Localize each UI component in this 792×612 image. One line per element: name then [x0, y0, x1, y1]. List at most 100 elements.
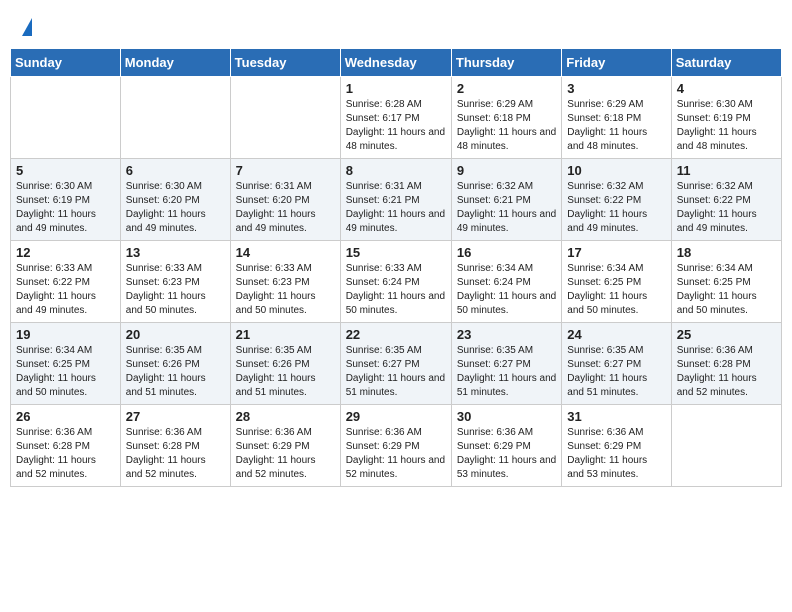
calendar-cell: 5 Sunrise: 6:30 AMSunset: 6:19 PMDaylight… [11, 159, 121, 241]
calendar-cell: 6Sunrise: 6:30 AMSunset: 6:20 PMDaylight… [120, 159, 230, 241]
calendar-week-row: 19 Sunrise: 6:34 AMSunset: 6:25 PMDayligh… [11, 323, 782, 405]
calendar-header-row: SundayMondayTuesdayWednesdayThursdayFrid… [11, 49, 782, 77]
page-header [10, 10, 782, 44]
calendar-cell: 21 Sunrise: 6:35 AMSunset: 6:26 PMDayligh… [230, 323, 340, 405]
day-number: 26 [16, 409, 115, 424]
calendar-cell: 18Sunrise: 6:34 AMSunset: 6:25 PMDayligh… [671, 241, 781, 323]
calendar-cell: 27 Sunrise: 6:36 AMSunset: 6:28 PMDayligh… [120, 405, 230, 487]
cell-content: Sunrise: 6:29 AMSunset: 6:18 PMDaylight:… [567, 98, 665, 154]
weekday-header: Friday [562, 49, 671, 77]
calendar-cell [120, 77, 230, 159]
calendar-cell: 22 Sunrise: 6:35 AMSunset: 6:27 PMDayligh… [340, 323, 451, 405]
cell-content: Sunrise: 6:34 AMSunset: 6:25 PMDaylight:… [567, 262, 665, 318]
calendar-cell: 10 Sunrise: 6:32 AMSunset: 6:22 PMDayligh… [562, 159, 671, 241]
day-number: 9 [457, 163, 556, 178]
day-number: 11 [677, 163, 776, 178]
day-number: 5 [16, 163, 115, 178]
day-number: 30 [457, 409, 556, 424]
calendar-cell: 17Sunrise: 6:34 AMSunset: 6:25 PMDayligh… [562, 241, 671, 323]
calendar-cell: 12 Sunrise: 6:33 AMSunset: 6:22 PMDayligh… [11, 241, 121, 323]
cell-content: Sunrise: 6:36 AMSunset: 6:28 PMDaylight:… [677, 344, 776, 400]
day-number: 13 [126, 245, 225, 260]
calendar-week-row: 26 Sunrise: 6:36 AMSunset: 6:28 PMDayligh… [11, 405, 782, 487]
weekday-header: Wednesday [340, 49, 451, 77]
cell-content: Sunrise: 6:30 AMSunset: 6:19 PMDaylight:… [677, 98, 776, 154]
day-number: 21 [236, 327, 335, 342]
day-number: 22 [346, 327, 446, 342]
calendar-table: SundayMondayTuesdayWednesdayThursdayFrid… [10, 48, 782, 487]
calendar-cell: 4 Sunrise: 6:30 AMSunset: 6:19 PMDaylight… [671, 77, 781, 159]
calendar-cell: 25 Sunrise: 6:36 AMSunset: 6:28 PMDayligh… [671, 323, 781, 405]
cell-content: Sunrise: 6:32 AMSunset: 6:21 PMDaylight:… [457, 180, 556, 236]
cell-content: Sunrise: 6:35 AMSunset: 6:26 PMDaylight:… [126, 344, 225, 400]
calendar-cell: 7 Sunrise: 6:31 AMSunset: 6:20 PMDaylight… [230, 159, 340, 241]
calendar-cell: 26 Sunrise: 6:36 AMSunset: 6:28 PMDayligh… [11, 405, 121, 487]
day-number: 1 [346, 81, 446, 96]
day-number: 2 [457, 81, 556, 96]
cell-content: Sunrise: 6:33 AMSunset: 6:22 PMDaylight:… [16, 262, 115, 318]
calendar-cell: 11 Sunrise: 6:32 AMSunset: 6:22 PMDayligh… [671, 159, 781, 241]
day-number: 23 [457, 327, 556, 342]
cell-content: Sunrise: 6:35 AMSunset: 6:27 PMDaylight:… [457, 344, 556, 400]
cell-content: Sunrise: 6:31 AMSunset: 6:20 PMDaylight:… [236, 180, 335, 236]
cell-content: Sunrise: 6:32 AMSunset: 6:22 PMDaylight:… [677, 180, 776, 236]
day-number: 20 [126, 327, 225, 342]
logo-triangle-icon [22, 18, 32, 36]
cell-content: Sunrise: 6:35 AMSunset: 6:26 PMDaylight:… [236, 344, 335, 400]
day-number: 19 [16, 327, 115, 342]
day-number: 14 [236, 245, 335, 260]
cell-content: Sunrise: 6:35 AMSunset: 6:27 PMDaylight:… [346, 344, 446, 400]
weekday-header: Tuesday [230, 49, 340, 77]
calendar-cell: 1 Sunrise: 6:28 AMSunset: 6:17 PMDaylight… [340, 77, 451, 159]
cell-content: Sunrise: 6:30 AMSunset: 6:19 PMDaylight:… [16, 180, 115, 236]
calendar-cell: 20 Sunrise: 6:35 AMSunset: 6:26 PMDayligh… [120, 323, 230, 405]
cell-content: Sunrise: 6:36 AMSunset: 6:29 PMDaylight:… [346, 426, 446, 482]
calendar-cell: 9 Sunrise: 6:32 AMSunset: 6:21 PMDaylight… [451, 159, 561, 241]
calendar-cell: 13 Sunrise: 6:33 AMSunset: 6:23 PMDayligh… [120, 241, 230, 323]
day-number: 7 [236, 163, 335, 178]
calendar-cell: 16Sunrise: 6:34 AMSunset: 6:24 PMDayligh… [451, 241, 561, 323]
cell-content: Sunrise: 6:36 AMSunset: 6:28 PMDaylight:… [126, 426, 225, 482]
calendar-cell: 8 Sunrise: 6:31 AMSunset: 6:21 PMDaylight… [340, 159, 451, 241]
cell-content: Sunrise: 6:33 AMSunset: 6:24 PMDaylight:… [346, 262, 446, 318]
cell-content: Sunrise: 6:28 AMSunset: 6:17 PMDaylight:… [346, 98, 446, 154]
day-number: 31 [567, 409, 665, 424]
weekday-header: Monday [120, 49, 230, 77]
cell-content: Sunrise: 6:34 AMSunset: 6:25 PMDaylight:… [677, 262, 776, 318]
cell-content: Sunrise: 6:34 AMSunset: 6:25 PMDaylight:… [16, 344, 115, 400]
calendar-cell: 30 Sunrise: 6:36 AMSunset: 6:29 PMDayligh… [451, 405, 561, 487]
weekday-header: Thursday [451, 49, 561, 77]
day-number: 25 [677, 327, 776, 342]
calendar-cell: 19 Sunrise: 6:34 AMSunset: 6:25 PMDayligh… [11, 323, 121, 405]
cell-content: Sunrise: 6:36 AMSunset: 6:29 PMDaylight:… [236, 426, 335, 482]
day-number: 29 [346, 409, 446, 424]
logo [20, 18, 32, 38]
cell-content: Sunrise: 6:33 AMSunset: 6:23 PMDaylight:… [236, 262, 335, 318]
day-number: 12 [16, 245, 115, 260]
calendar-cell: 31Sunrise: 6:36 AMSunset: 6:29 PMDayligh… [562, 405, 671, 487]
calendar-cell: 24Sunrise: 6:35 AMSunset: 6:27 PMDayligh… [562, 323, 671, 405]
day-number: 8 [346, 163, 446, 178]
day-number: 28 [236, 409, 335, 424]
calendar-cell [671, 405, 781, 487]
day-number: 6 [126, 163, 225, 178]
day-number: 10 [567, 163, 665, 178]
day-number: 3 [567, 81, 665, 96]
calendar-cell [11, 77, 121, 159]
calendar-cell: 15Sunrise: 6:33 AMSunset: 6:24 PMDayligh… [340, 241, 451, 323]
cell-content: Sunrise: 6:36 AMSunset: 6:29 PMDaylight:… [457, 426, 556, 482]
cell-content: Sunrise: 6:33 AMSunset: 6:23 PMDaylight:… [126, 262, 225, 318]
cell-content: Sunrise: 6:35 AMSunset: 6:27 PMDaylight:… [567, 344, 665, 400]
day-number: 4 [677, 81, 776, 96]
calendar-cell: 28 Sunrise: 6:36 AMSunset: 6:29 PMDayligh… [230, 405, 340, 487]
calendar-cell [230, 77, 340, 159]
weekday-header: Saturday [671, 49, 781, 77]
calendar-week-row: 1 Sunrise: 6:28 AMSunset: 6:17 PMDaylight… [11, 77, 782, 159]
calendar-cell: 2Sunrise: 6:29 AMSunset: 6:18 PMDaylight… [451, 77, 561, 159]
weekday-header: Sunday [11, 49, 121, 77]
cell-content: Sunrise: 6:32 AMSunset: 6:22 PMDaylight:… [567, 180, 665, 236]
calendar-cell: 23 Sunrise: 6:35 AMSunset: 6:27 PMDayligh… [451, 323, 561, 405]
cell-content: Sunrise: 6:36 AMSunset: 6:28 PMDaylight:… [16, 426, 115, 482]
day-number: 27 [126, 409, 225, 424]
cell-content: Sunrise: 6:31 AMSunset: 6:21 PMDaylight:… [346, 180, 446, 236]
